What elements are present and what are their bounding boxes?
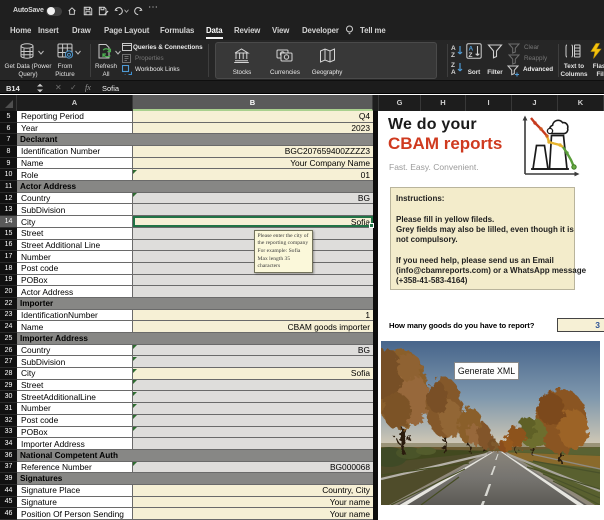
- svg-text:A: A: [451, 45, 456, 52]
- svg-text:Z: Z: [451, 52, 455, 57]
- svg-text:A: A: [451, 69, 456, 74]
- svg-text:Z: Z: [469, 52, 473, 59]
- svg-text:Z: Z: [451, 62, 455, 69]
